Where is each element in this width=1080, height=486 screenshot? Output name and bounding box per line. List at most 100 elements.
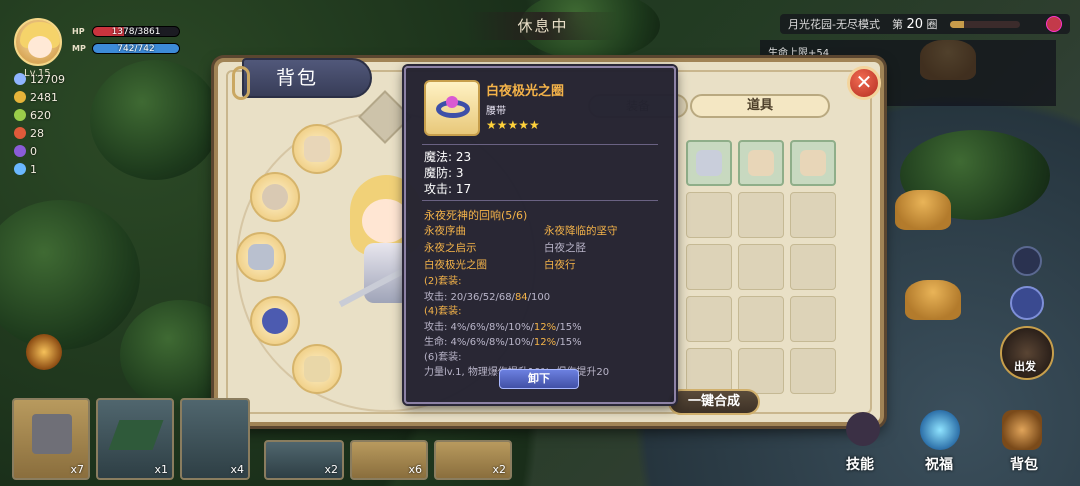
card-slot[interactable]: x4 [180,398,250,480]
item-stars: ★★★★★ [486,118,540,132]
set-name: 永夜死神的回响(5/6) [424,209,528,222]
stat-magic-defense: 魔防: 3 [424,166,464,180]
inventory-slot[interactable] [790,244,836,290]
equipment-slot-ring[interactable] [250,172,300,222]
set-piece: 白夜之胫 [544,242,586,254]
equipment-slot-weapon[interactable] [292,344,342,394]
tree-decoration [90,60,220,180]
stage-info-bar: 月光花园-无尽模式 第 20 圈 [780,14,1070,34]
set-piece: 永夜之启示 [424,242,477,254]
inventory-slot[interactable] [790,296,836,342]
inventory-slot[interactable] [686,244,732,290]
unequip-button[interactable]: 卸下 [499,369,579,389]
set-piece: 永夜降临的坚守 [544,225,618,237]
boots-icon [748,150,774,176]
card-slot[interactable]: x1 [96,398,174,480]
inventory-grid [686,140,836,394]
tile-icon [108,420,164,450]
item-tooltip: 白夜极光之圈 腰带 ★★★★★ 魔法: 23 魔防: 3 攻击: 17 永夜死神… [404,66,676,404]
blessing-icon[interactable] [920,410,960,450]
card-count: x4 [230,463,244,476]
heart-icon[interactable] [1046,16,1062,32]
eye-icon[interactable] [1012,246,1042,276]
blessing-button[interactable]: 祝福 [925,454,953,474]
inventory-slot[interactable] [790,140,836,186]
gold-coin-icon [14,91,26,103]
mp-row: MP 742/742 [72,43,180,54]
boots-icon [696,150,722,176]
belt-icon [262,308,288,334]
set-bonus-6-header: (6)套装: [424,352,462,363]
inventory-slot[interactable] [738,348,784,394]
resource-demon: 0 [14,142,65,160]
depart-label: 出发 [1014,360,1036,373]
sword-icon [304,356,330,382]
set-bonus-4-life: 生命: 4%/6%/8%/10%/12%/15% [424,337,582,348]
equipment-slot-armor[interactable] [236,232,286,282]
food-icon [14,109,26,121]
divider [422,144,658,145]
equipment-slot-belt[interactable] [250,296,300,346]
armor-icon [248,244,274,270]
ability-orb-icon[interactable] [26,334,62,370]
set-bonus-2-attack: 攻击: 20/36/52/68/84/100 [424,292,551,303]
set-piece: 白夜行 [544,259,576,271]
item-name: 白夜极光之圈 [486,84,565,99]
hammer-icon [32,414,72,454]
inventory-slot[interactable] [738,296,784,342]
resource-list: 12709 2481 620 28 0 1 [14,70,65,178]
fast-forward-icon[interactable] [1010,286,1044,320]
inventory-slot[interactable] [686,296,732,342]
inventory-slot[interactable] [686,348,732,394]
inventory-slot[interactable] [738,192,784,238]
set-piece: 白夜极光之圈 [424,259,487,271]
lap-counter: 第 20 圈 [891,17,938,32]
boots-icon [800,150,826,176]
inventory-slot[interactable] [686,140,732,186]
mp-label: MP [72,44,86,53]
backpack-button[interactable]: 背包 [1010,454,1038,474]
lap-progress-bar [949,20,1020,28]
card-slot[interactable]: x2 [434,440,512,480]
set-bonus-4-header: (4)套装: [424,306,462,317]
resource-potion: 28 [14,124,65,142]
set-piece-list: 永夜序曲 永夜降临的坚守 永夜之启示 白夜之胫 白夜极光之圈 白夜行 [424,223,664,272]
card-slot[interactable]: x2 [264,440,344,480]
inventory-slot[interactable] [738,140,784,186]
inventory-slot[interactable] [738,244,784,290]
item-type: 腰带 [486,106,506,117]
set-bonus-2-header: (2)套装: [424,276,462,287]
haystack-decoration [905,280,961,320]
player-avatar[interactable] [14,18,62,66]
stat-magic: 魔法: 23 [424,150,472,164]
card-count: x2 [324,463,338,476]
inventory-slot[interactable] [686,192,732,238]
potion-icon [14,127,26,139]
boots-icon [304,136,330,162]
inventory-slot[interactable] [790,192,836,238]
close-button[interactable]: ✕ [847,66,881,100]
resource-soul: 1 [14,160,65,178]
card-count: x2 [492,463,506,476]
ring-icon [262,184,288,210]
one-key-merge-button[interactable]: 一键合成 [668,389,760,415]
inventory-slot[interactable] [790,348,836,394]
card-slot[interactable]: x6 [350,440,428,480]
stage-name: 月光花园-无尽模式 [788,18,880,31]
mp-bar: 742/742 [92,43,180,54]
skill-icon[interactable] [846,412,880,446]
hp-value: 1378/3861 [111,27,161,37]
card-count: x1 [154,463,168,476]
bag-title: 背包 [242,58,372,98]
skill-button[interactable]: 技能 [846,454,874,474]
set-bonus-4-attack: 攻击: 4%/6%/8%/10%/12%/15% [424,322,582,333]
soul-icon [14,163,26,175]
card-slot[interactable]: x7 [12,398,90,480]
clip-icon [232,66,250,100]
hp-row: HP 1378/3861 [72,26,180,37]
tree-decoration [0,200,140,350]
tab-items[interactable]: 道具 [690,94,830,118]
hp-label: HP [72,27,85,36]
resource-food: 620 [14,106,65,124]
backpack-icon[interactable] [1002,410,1042,450]
